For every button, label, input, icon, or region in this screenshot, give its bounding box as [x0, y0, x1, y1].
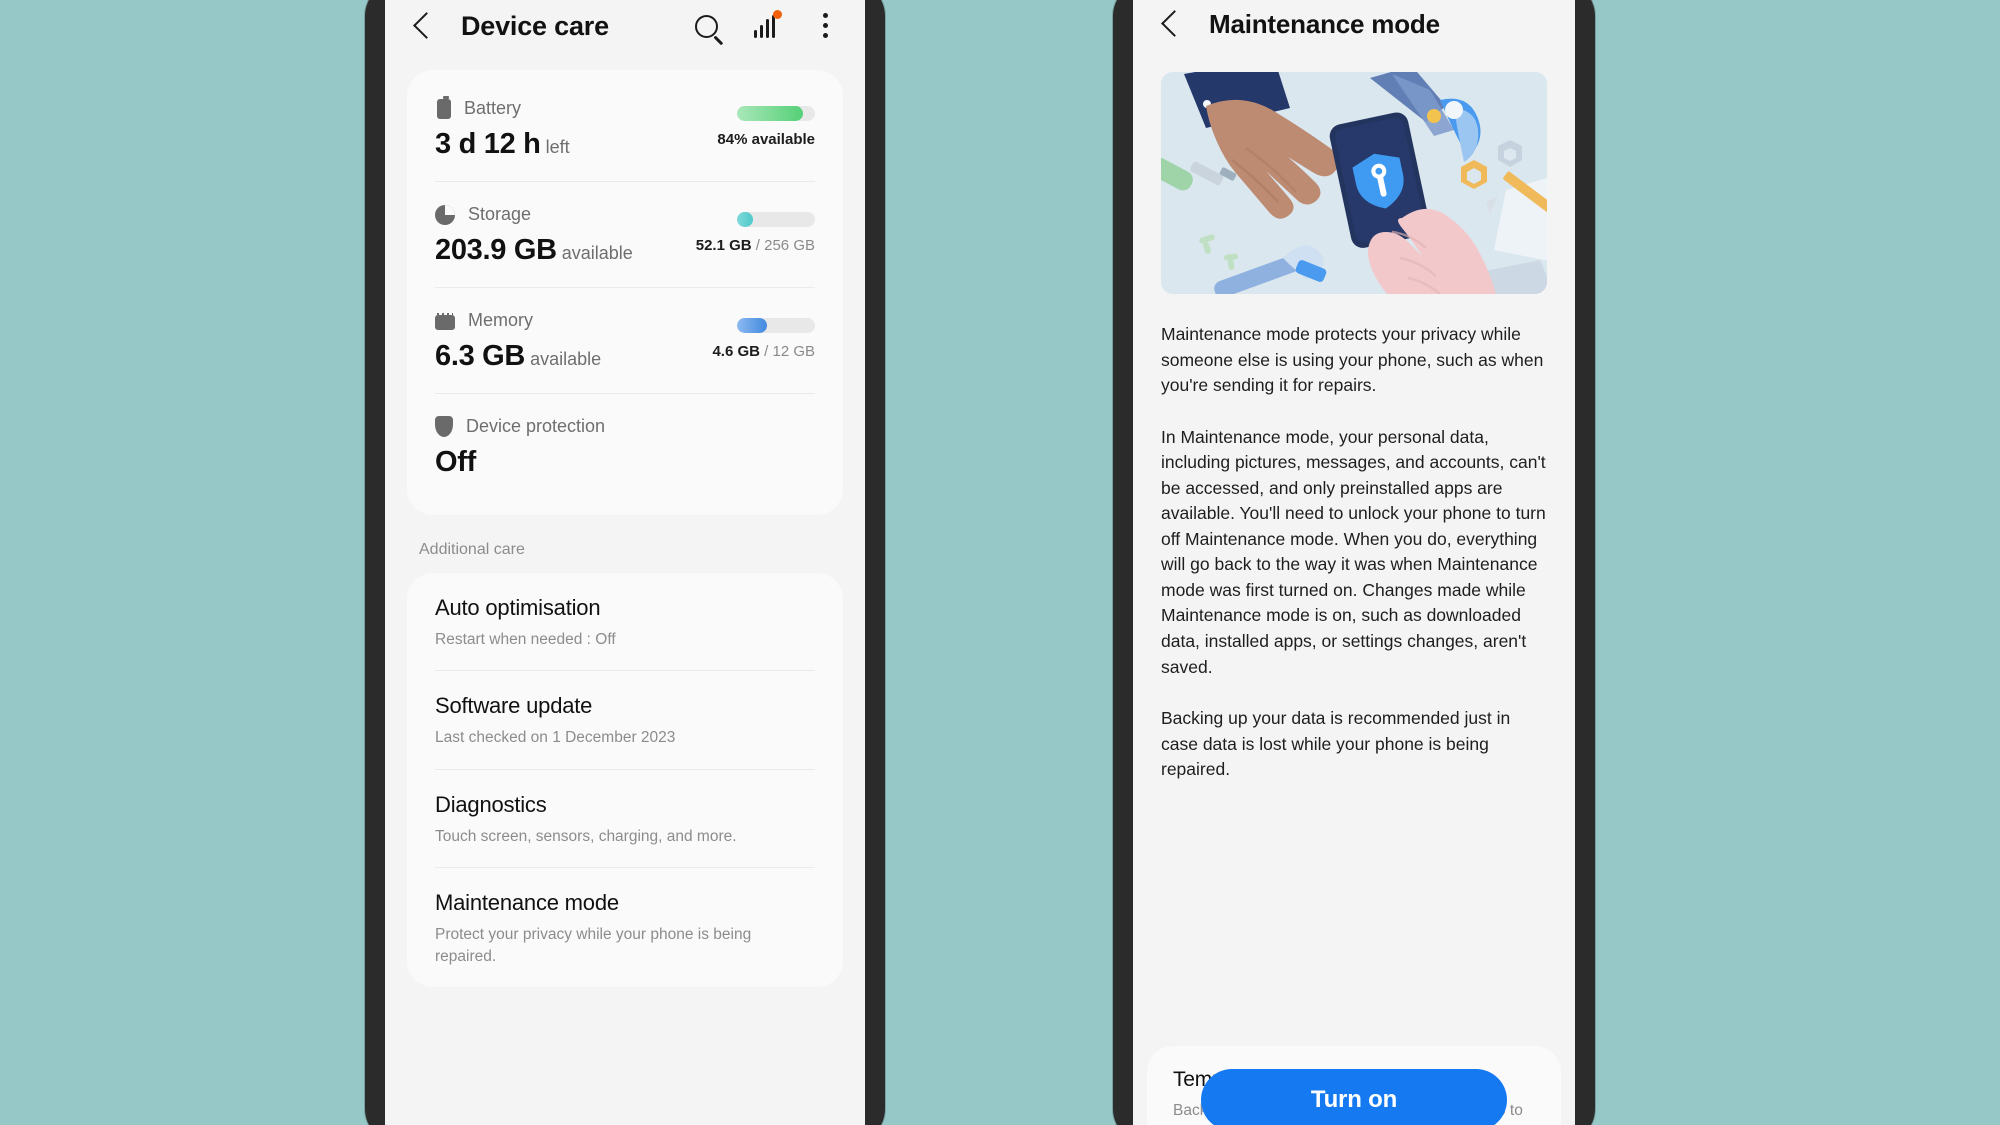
- maintenance-mode-appbar: Maintenance mode: [1133, 0, 1575, 60]
- storage-progress-bar: [737, 212, 815, 227]
- back-chevron-icon[interactable]: [1155, 7, 1189, 41]
- page-title: Maintenance mode: [1209, 8, 1440, 39]
- status-row-battery[interactable]: Battery 3 d 12 h left 84% available: [435, 76, 815, 181]
- memory-unit: available: [530, 349, 602, 369]
- description-paragraph-2: In Maintenance mode, your personal data,…: [1161, 426, 1546, 677]
- turn-on-button[interactable]: Turn on: [1201, 1069, 1507, 1125]
- list-item-diagnostics[interactable]: Diagnostics Touch screen, sensors, charg…: [435, 768, 815, 867]
- device-care-screen: Device care Battery 3 d 12 h left 84% av…: [385, 0, 865, 1125]
- battery-value-text: 3 d 12 h: [435, 128, 541, 160]
- battery-label: Battery: [464, 98, 522, 118]
- status-row-device-protection[interactable]: Device protection Off: [435, 393, 815, 499]
- battery-progress-bar: [737, 106, 815, 121]
- page-title: Device care: [461, 10, 609, 41]
- additional-care-card: Auto optimisation Restart when needed : …: [407, 573, 843, 987]
- memory-caption-strong: 4.6 GB: [712, 343, 760, 360]
- list-item-title: Software update: [435, 693, 593, 719]
- overflow-menu-icon: [823, 13, 829, 39]
- bar-chart-icon: [754, 10, 782, 38]
- list-item-subtitle: Restart when needed : Off: [435, 631, 616, 648]
- device-protection-value: Off: [435, 446, 476, 478]
- more-options-button[interactable]: [809, 9, 843, 43]
- back-chevron-icon[interactable]: [407, 9, 441, 43]
- storage-meter-group: 52.1 GB / 256 GB: [645, 212, 815, 254]
- description-paragraph-1: Maintenance mode protects your privacy w…: [1161, 324, 1544, 396]
- list-item-subtitle: Last checked on 1 December 2023: [435, 729, 676, 747]
- status-row-storage[interactable]: Storage 203.9 GB available 52.1 GB / 256 …: [435, 181, 815, 287]
- storage-caption-rest: / 256 GB: [751, 237, 815, 254]
- storage-label: Storage: [468, 204, 532, 224]
- memory-chip-icon: [435, 312, 455, 330]
- appbar-actions: [689, 9, 843, 43]
- maintenance-mode-screen: Maintenance mode Maintenance mode protec…: [1133, 0, 1575, 1125]
- battery-icon: [437, 95, 451, 119]
- device-protection-label-group: Device protection: [435, 416, 815, 437]
- additional-care-section-label: Additional care: [419, 541, 525, 558]
- list-item-title: Maintenance mode: [435, 890, 619, 916]
- screenshot-stage: Device care Battery 3 d 12 h left 84% av…: [0, 0, 2000, 1125]
- hands-exchanging-phone-with-tools-illustration: [1161, 72, 1547, 294]
- device-care-appbar: Device care: [385, 0, 865, 70]
- list-item-title: Auto optimisation: [435, 595, 601, 620]
- stats-button[interactable]: [749, 9, 783, 43]
- list-item-auto-optimisation[interactable]: Auto optimisation Restart when needed : …: [435, 573, 815, 670]
- description-paragraph-3: Backing up your data is recommended just…: [1161, 708, 1511, 780]
- list-item-subtitle: Protect your privacy while your phone is…: [435, 926, 752, 965]
- battery-meter-group: 84% available: [645, 106, 815, 148]
- storage-caption-strong: 52.1 GB: [695, 237, 752, 254]
- battery-caption-strong: 84% available: [717, 131, 815, 148]
- shield-icon: [435, 416, 453, 437]
- storage-caption: 52.1 GB / 256 GB: [645, 237, 815, 254]
- memory-meter-group: 4.6 GB / 12 GB: [645, 318, 815, 360]
- notification-dot-icon: [773, 10, 782, 19]
- memory-value-text: 6.3 GB: [435, 340, 526, 372]
- memory-caption-rest: / 12 GB: [759, 343, 815, 360]
- list-item-maintenance-mode[interactable]: Maintenance mode Protect your privacy wh…: [435, 867, 815, 987]
- memory-caption: 4.6 GB / 12 GB: [645, 343, 815, 360]
- search-button[interactable]: [689, 9, 723, 43]
- storage-value-text: 203.9 GB: [435, 234, 557, 266]
- maintenance-mode-body: Maintenance mode protects your privacy w…: [1133, 60, 1575, 1125]
- battery-caption: 84% available: [645, 131, 815, 148]
- phone-device-care: Device care Battery 3 d 12 h left 84% av…: [365, 0, 885, 1125]
- storage-unit: available: [561, 243, 633, 263]
- list-item-software-update[interactable]: Software update Last checked on 1 Decemb…: [435, 670, 815, 768]
- device-protection-label: Device protection: [466, 416, 606, 436]
- memory-progress-bar: [737, 318, 815, 333]
- list-item-subtitle: Touch screen, sensors, charging, and mor…: [435, 827, 737, 845]
- list-item-title: Diagnostics: [435, 791, 547, 817]
- status-row-memory[interactable]: Memory 6.3 GB available 4.6 GB / 12 GB: [435, 287, 815, 393]
- memory-label: Memory: [468, 310, 534, 330]
- phone-maintenance-mode: Maintenance mode Maintenance mode protec…: [1113, 0, 1595, 1125]
- storage-pie-icon: [435, 204, 455, 225]
- search-icon: [694, 14, 718, 38]
- device-status-card: Battery 3 d 12 h left 84% available Stor…: [407, 70, 843, 515]
- battery-unit: left: [545, 137, 570, 157]
- cta-container: Turn on: [1133, 1069, 1575, 1125]
